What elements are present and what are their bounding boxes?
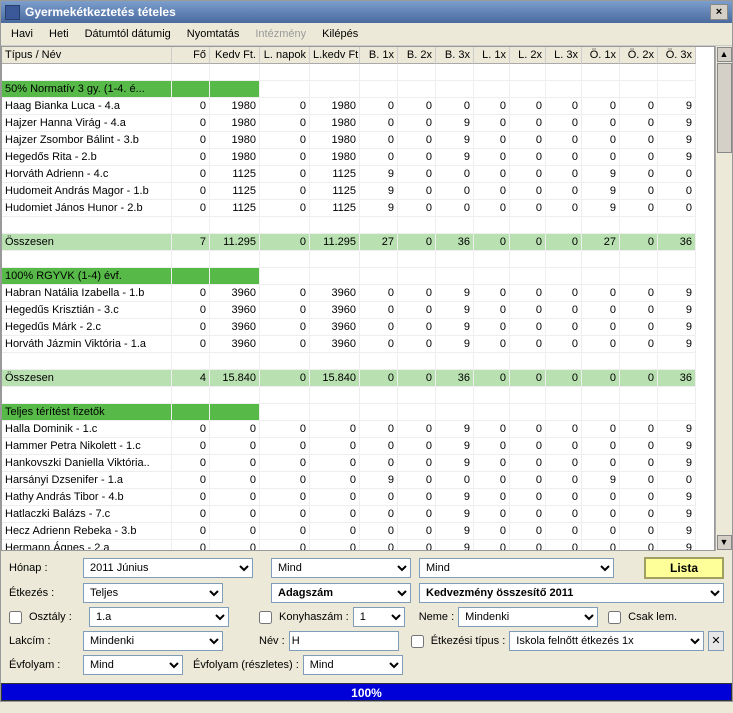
scroll-down-button[interactable]: ▼ (717, 535, 732, 550)
app-icon (5, 5, 20, 20)
scroll-thumb[interactable] (717, 63, 732, 153)
column-header: B. 3x (436, 47, 474, 64)
table-row: Hudomeit András Magor - 1.b (2, 183, 172, 200)
table-row: Hegedűs Krisztián - 3.c (2, 302, 172, 319)
column-header: L. 1x (474, 47, 510, 64)
table-row: Hermann Ágnes - 2.a (2, 540, 172, 551)
column-header: L. 3x (546, 47, 582, 64)
osztaly-label: Osztály : (29, 611, 85, 623)
table-row: Hankovszki Daniella Viktória.. (2, 455, 172, 472)
group-header: 50% Normatív 3 gy. (1-4. é... (2, 81, 172, 98)
honap-select[interactable]: 2011 Június (83, 558, 253, 578)
titlebar: Gyermekétkeztetés tételes × (1, 1, 732, 23)
evfolyam-reszletes-label: Évfolyam (részletes) : (193, 659, 299, 671)
table-row: Hatlaczki Balázs - 7.c (2, 506, 172, 523)
column-header: L. 2x (510, 47, 546, 64)
csaklem-checkbox[interactable] (608, 611, 621, 624)
column-header: Ö. 1x (582, 47, 620, 64)
etkezes-label: Étkezés : (9, 587, 79, 599)
honap-label: Hónap : (9, 562, 79, 574)
window-title: Gyermekétkeztetés tételes (25, 5, 710, 19)
neme-select[interactable]: Mindenki (458, 607, 598, 627)
column-header: B. 1x (360, 47, 398, 64)
progress-bar: 100% (1, 683, 732, 701)
menu-kilepes[interactable]: Kilépés (314, 26, 366, 42)
table-row: Hammer Petra Nikolett - 1.c (2, 438, 172, 455)
total-row: Összesen (2, 370, 172, 387)
etkezes-select[interactable]: Teljes (83, 583, 223, 603)
table-row: Habran Natália Izabella - 1.b (2, 285, 172, 302)
lista-button[interactable]: Lista (644, 557, 724, 579)
filter1-select[interactable]: Mind (271, 558, 411, 578)
table-row: Hegedűs Márk - 2.c (2, 319, 172, 336)
nev-input[interactable] (289, 631, 399, 651)
neme-label: Neme : (419, 611, 454, 623)
column-header: B. 2x (398, 47, 436, 64)
data-grid[interactable]: Típus / NévFőKedv Ft.L. napokL.kedv FtB.… (1, 46, 715, 551)
konyha-select[interactable]: 1 (353, 607, 405, 627)
menu-havi[interactable]: Havi (3, 26, 41, 42)
column-header: L. napok (260, 47, 310, 64)
menu-intezmeny: Intézmény (247, 26, 314, 42)
table-row: Horváth Jázmin Viktória - 1.a (2, 336, 172, 353)
lakcim-label: Lakcím : (9, 635, 79, 647)
table-row: Hajzer Zsombor Bálint - 3.b (2, 132, 172, 149)
etktip-clear-button[interactable]: ✕ (708, 631, 724, 651)
menubar: Havi Heti Dátumtól dátumig Nyomtatás Int… (1, 23, 732, 46)
osztaly-checkbox[interactable] (9, 611, 22, 624)
nev-label: Név : (259, 635, 285, 647)
evfolyam-select[interactable]: Mind (83, 655, 183, 675)
table-row: Hecz Adrienn Rebeka - 3.b (2, 523, 172, 540)
table-row: Hathy András Tibor - 4.b (2, 489, 172, 506)
table-row: Hegedős Rita - 2.b (2, 149, 172, 166)
menu-nyomtatas[interactable]: Nyomtatás (179, 26, 248, 42)
table-row: Haag Bianka Luca - 4.a (2, 98, 172, 115)
scroll-up-button[interactable]: ▲ (717, 47, 732, 62)
filter2-select[interactable]: Mind (419, 558, 614, 578)
evfolyam-label: Évfolyam : (9, 659, 79, 671)
close-button[interactable]: × (710, 4, 728, 20)
group-header: 100% RGYVK (1-4) évf. (2, 268, 172, 285)
adagszam-select[interactable]: Adagszám (271, 583, 411, 603)
table-row: Halla Dominik - 1.c (2, 421, 172, 438)
column-header: Típus / Név (2, 47, 172, 64)
total-row: Összesen (2, 234, 172, 251)
table-row: Hajzer Hanna Virág - 4.a (2, 115, 172, 132)
menu-datumtol[interactable]: Dátumtól dátumig (77, 26, 179, 42)
column-header: Ö. 2x (620, 47, 658, 64)
etktip-label: Étkezési típus : (431, 635, 506, 647)
column-header: Fő (172, 47, 210, 64)
osztaly-select[interactable]: 1.a (89, 607, 229, 627)
kedvezmeny-select[interactable]: Kedvezmény összesítő 2011 (419, 583, 724, 603)
menu-heti[interactable]: Heti (41, 26, 77, 42)
table-row: Harsányi Dzsenifer - 1.a (2, 472, 172, 489)
lakcim-select[interactable]: Mindenki (83, 631, 223, 651)
vertical-scrollbar[interactable]: ▲ ▼ (715, 46, 732, 551)
table-row: Hudomiet János Hunor - 2.b (2, 200, 172, 217)
column-header: Kedv Ft. (210, 47, 260, 64)
table-row: Horváth Adrienn - 4.c (2, 166, 172, 183)
group-header: Teljes térítést fizetők (2, 404, 172, 421)
column-header: Ö. 3x (658, 47, 696, 64)
konyha-checkbox[interactable] (259, 611, 272, 624)
column-header: L.kedv Ft (310, 47, 360, 64)
etktip-checkbox[interactable] (411, 635, 424, 648)
konyha-label: Konyhaszám : (279, 611, 349, 623)
evfolyam-reszletes-select[interactable]: Mind (303, 655, 403, 675)
csaklem-label: Csak lem. (628, 611, 677, 623)
etktip-select[interactable]: Iskola felnőtt étkezés 1x (509, 631, 704, 651)
